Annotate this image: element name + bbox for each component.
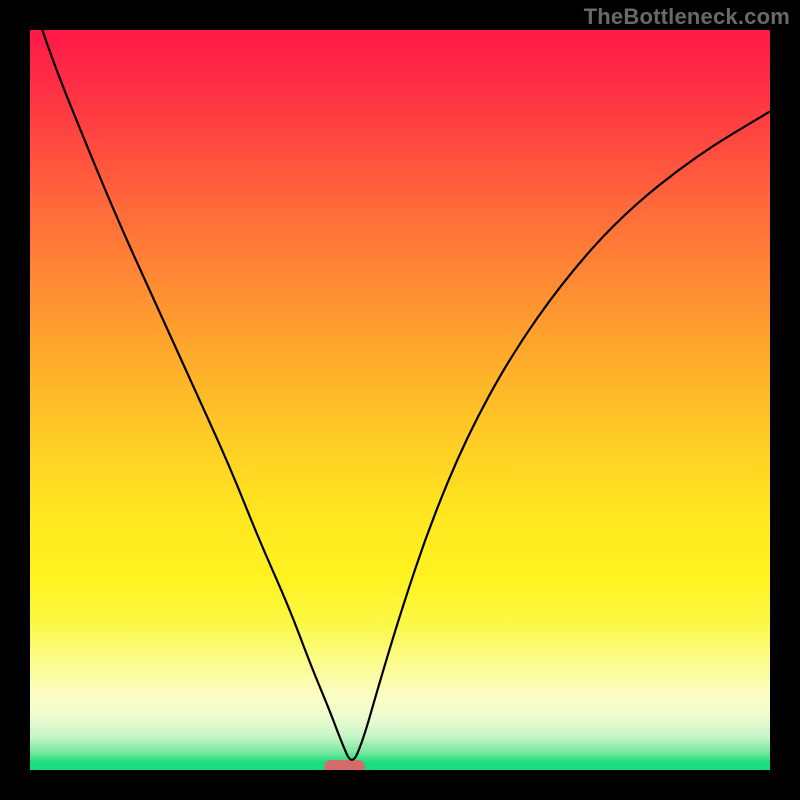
curve-svg <box>30 30 770 770</box>
bottleneck-curve <box>30 30 770 760</box>
watermark-text: TheBottleneck.com <box>584 4 790 30</box>
plot-area <box>30 30 770 770</box>
chart-container: TheBottleneck.com <box>0 0 800 800</box>
